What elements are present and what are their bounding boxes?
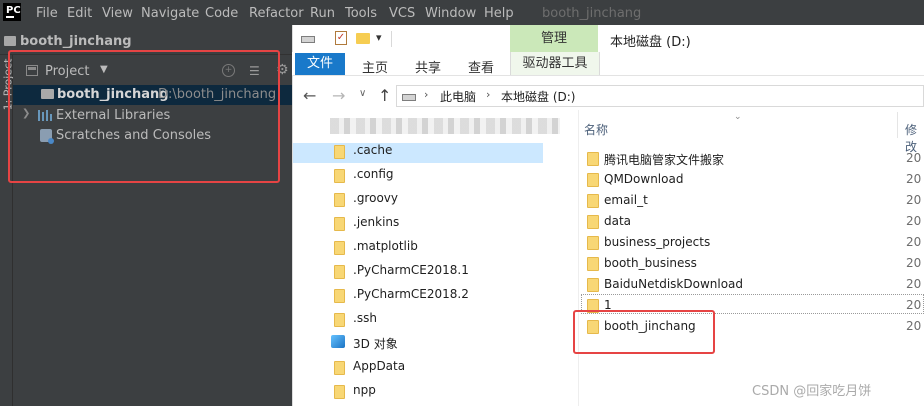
nav-item[interactable]: 3D 对象 xyxy=(353,335,398,352)
folder-icon xyxy=(334,289,345,303)
breadcrumb-project[interactable]: booth_jinchang xyxy=(20,34,132,49)
menu-window[interactable]: Window xyxy=(425,6,476,21)
tab-home[interactable]: 主页 xyxy=(362,57,388,76)
nav-item[interactable]: .jenkins xyxy=(353,215,399,229)
nav-item[interactable]: npp xyxy=(353,383,376,397)
file-row-name[interactable]: QMDownload xyxy=(604,172,683,186)
file-row-date: 20 xyxy=(906,151,922,165)
folder-icon xyxy=(587,173,599,187)
column-header-name[interactable]: 名称 xyxy=(584,121,608,138)
folder-icon xyxy=(334,169,345,183)
sort-chevron-icon[interactable]: ⌄ xyxy=(734,112,742,122)
folder-icon xyxy=(334,265,345,279)
menu-tools[interactable]: Tools xyxy=(345,6,377,21)
menu-navigate[interactable]: Navigate xyxy=(141,6,199,21)
nav-item-highlight xyxy=(293,143,543,163)
nav-item[interactable]: .PyCharmCE2018.1 xyxy=(353,263,469,277)
divider xyxy=(391,31,392,47)
file-row-date: 20 xyxy=(906,193,922,207)
file-row-date: 20 xyxy=(906,298,922,312)
column-header-modified[interactable]: 修改 xyxy=(905,121,924,155)
nav-item[interactable]: .ssh xyxy=(353,311,377,325)
nav-item[interactable]: .config xyxy=(353,167,394,181)
file-row-name[interactable]: data xyxy=(604,214,631,228)
drive-icon[interactable] xyxy=(301,36,315,43)
file-row-name[interactable]: BaiduNetdiskDownload xyxy=(604,277,743,291)
new-folder-icon[interactable] xyxy=(356,33,370,44)
tab-drive-tools[interactable]: 驱动器工具 xyxy=(510,52,600,75)
tab-manage[interactable]: 管理 xyxy=(510,25,598,52)
folder-icon xyxy=(334,313,345,327)
nav-item[interactable]: .matplotlib xyxy=(353,239,418,253)
folder-icon xyxy=(334,361,345,375)
folder-icon xyxy=(587,194,599,208)
folder-icon xyxy=(334,217,345,231)
file-row-name[interactable]: business_projects xyxy=(604,235,710,249)
watermark: CSDN @回家吃月饼 xyxy=(752,384,872,399)
drive-icon xyxy=(402,94,416,101)
file-row-date: 20 xyxy=(906,214,922,228)
highlight-box xyxy=(573,310,715,354)
menu-code[interactable]: Code xyxy=(205,6,238,21)
menu-help[interactable]: Help xyxy=(484,6,514,21)
folder-icon xyxy=(4,36,16,46)
chevron-right-icon[interactable]: › xyxy=(486,88,490,101)
folder-icon xyxy=(587,257,599,271)
nav-item[interactable]: AppData xyxy=(353,359,405,373)
breadcrumb-drive[interactable]: 本地磁盘 (D:) xyxy=(501,88,575,105)
breadcrumb-this-pc[interactable]: 此电脑 xyxy=(440,88,476,105)
nav-item[interactable]: .cache xyxy=(353,143,392,157)
nav-item[interactable]: .groovy xyxy=(353,191,398,205)
file-row-date: 20 xyxy=(906,172,922,186)
folder-icon xyxy=(334,193,345,207)
folder-icon xyxy=(334,385,345,399)
3d-objects-icon xyxy=(331,335,345,348)
file-row-date: 20 xyxy=(906,319,922,333)
file-row-name[interactable]: booth_business xyxy=(604,256,697,270)
menu-refactor[interactable]: Refactor xyxy=(249,6,304,21)
folder-icon xyxy=(334,241,345,255)
forward-arrow-icon[interactable]: → xyxy=(332,86,345,105)
menu-run[interactable]: Run xyxy=(310,6,335,21)
chevron-down-icon[interactable]: ∨ xyxy=(359,88,366,99)
tab-file[interactable]: 文件 xyxy=(295,53,345,75)
explorer-window-title: 本地磁盘 (D:) xyxy=(610,35,691,50)
back-arrow-icon[interactable]: ← xyxy=(303,86,316,105)
chevron-down-icon[interactable]: ▾ xyxy=(376,31,382,44)
highlight-box xyxy=(8,50,280,183)
window-title: booth_jinchang xyxy=(542,6,642,21)
nav-item[interactable]: .PyCharmCE2018.2 xyxy=(353,287,469,301)
column-divider[interactable] xyxy=(897,112,898,138)
tab-share[interactable]: 共享 xyxy=(415,57,441,76)
up-arrow-icon[interactable]: ↑ xyxy=(378,86,391,105)
folder-icon xyxy=(587,152,599,166)
pycharm-logo-icon: PC xyxy=(3,3,21,21)
menu-edit[interactable]: Edit xyxy=(67,6,92,21)
tab-view[interactable]: 查看 xyxy=(468,57,494,76)
folder-icon xyxy=(587,278,599,292)
menu-file[interactable]: File xyxy=(36,6,58,21)
menu-vcs[interactable]: VCS xyxy=(389,6,415,21)
file-row-date: 20 xyxy=(906,235,922,249)
menu-view[interactable]: View xyxy=(102,6,133,21)
file-row-date: 20 xyxy=(906,256,922,270)
file-row-name[interactable]: email_t xyxy=(604,193,648,207)
properties-icon[interactable]: ✓ xyxy=(335,31,347,45)
blurred-user-folder xyxy=(330,118,560,134)
file-row-date: 20 xyxy=(906,277,922,291)
folder-icon xyxy=(587,236,599,250)
folder-icon xyxy=(587,215,599,229)
file-row-name[interactable]: 腾讯电脑管家文件搬家 xyxy=(604,151,724,168)
chevron-right-icon[interactable]: › xyxy=(424,88,428,101)
folder-icon xyxy=(334,145,345,159)
